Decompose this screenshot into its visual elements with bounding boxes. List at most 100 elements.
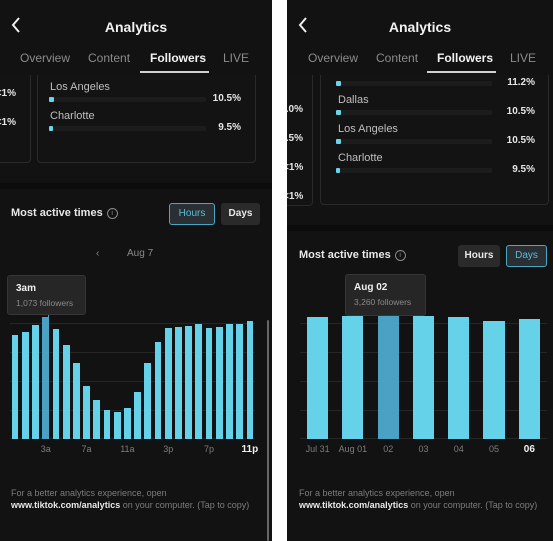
city-percent: 10.5%	[506, 135, 535, 146]
chart-bar-2p[interactable]	[154, 341, 162, 439]
tab-followers[interactable]: Followers	[437, 51, 493, 65]
tab-overview[interactable]: Overview	[20, 51, 70, 65]
analytics-link[interactable]: www.tiktok.com/analytics	[11, 500, 120, 510]
chart-bar-9p[interactable]	[226, 323, 233, 439]
city-bar-fill	[336, 81, 342, 86]
tab-followers[interactable]: Followers	[150, 51, 206, 65]
chart-bar-8a[interactable]	[93, 400, 101, 439]
city-name: Los Angeles	[338, 123, 398, 135]
chart-bar-6a[interactable]	[72, 363, 80, 439]
x-tick-label: 05	[489, 444, 500, 454]
days-toggle[interactable]: Days	[506, 245, 547, 267]
tab-live[interactable]: LIVE	[223, 51, 249, 65]
chart-bar-11a[interactable]	[124, 408, 131, 439]
analytics-link[interactable]: www.tiktok.com/analytics	[299, 500, 408, 510]
city-percent: 10.5%	[506, 106, 535, 117]
x-tick-label: 3p	[163, 444, 174, 454]
x-tick-label: 11p	[241, 444, 259, 455]
chart-bar-5a[interactable]	[62, 344, 70, 439]
chart-bar-8p[interactable]	[215, 326, 223, 439]
chart-bar-1p[interactable]	[144, 363, 152, 439]
x-tick-label: 03	[418, 444, 429, 454]
chart-bar-5p[interactable]	[185, 325, 192, 439]
tip-text: For a better analytics experience, open	[11, 488, 167, 498]
info-icon[interactable]: i	[394, 250, 406, 261]
chart-bar-6p[interactable]	[195, 323, 203, 439]
chart-bar-2a[interactable]	[32, 324, 39, 439]
prev-date-button[interactable]: ‹	[96, 248, 99, 259]
chart-bar-06[interactable]	[518, 318, 540, 439]
days-chart: Jul 31 Aug 01 02 03 04 05 06	[300, 303, 547, 455]
chart-bar-12a[interactable]	[11, 334, 19, 439]
chart-bar-02[interactable]	[377, 315, 399, 439]
header: Analytics Overview Content Followers LIV…	[287, 0, 553, 75]
city-bar-fill	[49, 97, 54, 102]
section-divider	[287, 225, 553, 231]
days-toggle[interactable]: Days	[221, 203, 260, 225]
chart-bar-10p[interactable]	[236, 323, 244, 439]
x-tick-label: 04	[453, 444, 464, 454]
city-bar-fill	[49, 126, 54, 131]
chart-bar-7p[interactable]	[205, 327, 213, 439]
analytics-tip[interactable]: For a better analytics experience, open …	[299, 487, 544, 511]
section-title: Most active times i	[11, 207, 118, 219]
chart-bar-04[interactable]	[448, 316, 470, 439]
city-bar	[336, 139, 492, 144]
active-tab-indicator	[427, 71, 496, 73]
chart-bar-3p[interactable]	[164, 327, 172, 439]
chart-bar-9a[interactable]	[103, 410, 111, 439]
clipped-percent: <1%	[287, 191, 304, 202]
tab-overview[interactable]: Overview	[308, 51, 358, 65]
city-bar	[49, 126, 206, 131]
chart-tooltip: 3am 1,073 followers	[7, 275, 86, 315]
x-tick-label: 7a	[81, 444, 92, 454]
hours-toggle[interactable]: Hours	[458, 245, 500, 267]
date-label: Aug 7	[127, 248, 154, 259]
section-divider	[0, 183, 272, 189]
x-tick-label: 02	[383, 444, 394, 454]
tab-content[interactable]: Content	[88, 51, 130, 65]
active-tab-indicator	[140, 71, 209, 73]
city-name: Charlotte	[338, 152, 383, 164]
tab-bar: Overview Content Followers LIVE	[0, 51, 272, 73]
section-title: Most active times i	[299, 249, 406, 261]
scrollbar[interactable]	[267, 320, 269, 541]
chart-bar-3a[interactable]	[42, 317, 50, 439]
city-bar-fill	[336, 139, 341, 144]
x-tick-label: 11a	[120, 444, 135, 454]
chart-bar-4a[interactable]	[52, 328, 60, 439]
chart-bar-jul-31[interactable]	[307, 316, 329, 439]
tab-live[interactable]: LIVE	[510, 51, 536, 65]
tab-content[interactable]: Content	[376, 51, 418, 65]
city-bar	[336, 81, 492, 86]
city-percent: 10.5%	[212, 93, 241, 104]
chart-bar-10a[interactable]	[113, 412, 121, 439]
x-tick-label: Aug 01	[338, 444, 368, 454]
right-screen: Analytics Overview Content Followers LIV…	[287, 0, 553, 541]
city-percent: 9.5%	[512, 164, 535, 175]
city-percent: 11.2%	[507, 77, 535, 88]
analytics-tip[interactable]: For a better analytics experience, open …	[11, 487, 256, 511]
chart-bar-7a[interactable]	[83, 385, 90, 439]
clipped-percent: <1%	[0, 117, 16, 128]
chart-bar-05[interactable]	[483, 321, 505, 439]
x-tick-label: 7p	[204, 444, 215, 454]
city-bar	[336, 168, 492, 173]
left-screen: Analytics Overview Content Followers LIV…	[0, 0, 272, 541]
chart-bar-1a[interactable]	[21, 331, 29, 439]
x-tick-label: Jul 31	[305, 444, 330, 454]
chart-bar-03[interactable]	[412, 315, 435, 439]
chart-bar-12p[interactable]	[134, 391, 141, 439]
hours-chart: 3a 7a 11a 3p 7p 11p	[10, 303, 258, 455]
city-name: Charlotte	[50, 110, 95, 122]
page-title: Analytics	[104, 19, 168, 35]
city-percent: 9.5%	[218, 122, 241, 133]
header: Analytics Overview Content Followers LIV…	[0, 0, 272, 75]
page-title: Analytics	[388, 19, 452, 35]
chart-bar-aug-01[interactable]	[342, 315, 364, 439]
hours-toggle[interactable]: Hours	[169, 203, 215, 225]
chart-bar-4p[interactable]	[175, 326, 182, 439]
x-tick-label: 06	[523, 444, 535, 455]
chart-bar-11p[interactable]	[246, 321, 254, 439]
info-icon[interactable]: i	[106, 208, 118, 219]
